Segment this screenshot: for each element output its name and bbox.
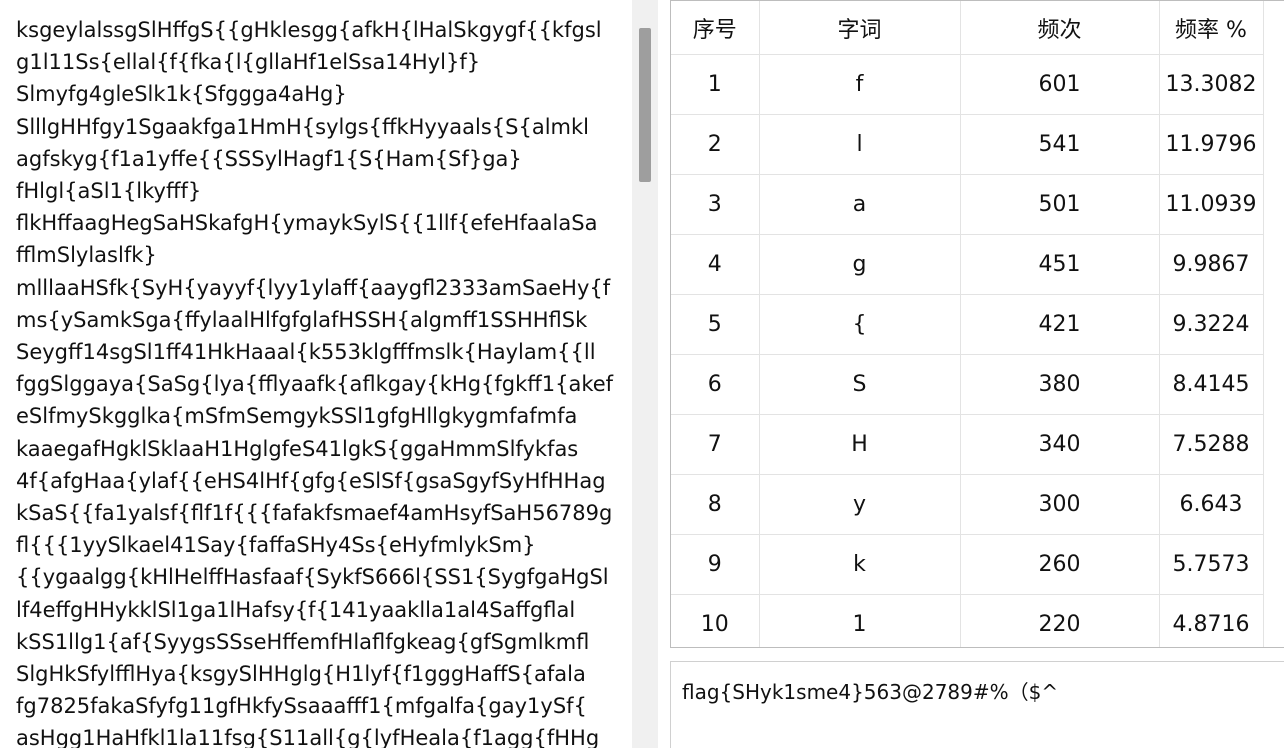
input-text-area[interactable]: ksgeylalssgSlHffgS{{gHklesgg{afkH{lHalSk… [16,14,626,748]
text-line: {{ygaalgg{kHlHelffHasfaaf{SykfS666l{SS1{… [16,565,609,590]
cell-character: a [759,174,961,235]
cell-index: 1 [671,54,760,115]
app-window: ksgeylalssgSlHffgS{{gHklesgg{afkH{lHalSk… [0,0,1284,748]
text-line: mlllaaHSfk{SyH{yayyf{lyy1ylaff{aaygfl233… [16,275,611,300]
text-line: g1l11Ss{ellal{f{fka{l{gllaHf1elSsa14Hyl}… [16,50,481,75]
table-row[interactable]: 7 H 340 7.5288 [671,414,1264,475]
cell-count: 220 [960,594,1160,647]
frequency-table: 序号 字词 频次 频率 % 1 f 601 13.3082 2 l 541 11.9796 3 a… [671,1,1264,647]
cell-character: l [759,114,961,175]
text-line: ksgeylalssgSlHffgS{{gHklesgg{afkH{lHalSk… [16,18,602,42]
cell-character: S [759,354,961,415]
text-line: eSlfmySkgglka{mSfmSemgykSSl1gfgHllgkygmf… [16,404,578,429]
table-row[interactable]: 9 k 260 5.7573 [671,534,1264,595]
table-row[interactable]: 10 1 220 4.8716 [671,594,1264,647]
text-line: asHgg1HaHfkl1la11fsg{S11all{g{lyfHeala{f… [16,726,600,748]
cell-count: 421 [960,294,1160,355]
cell-percent: 5.7573 [1159,534,1264,595]
text-line: fggSlggaya{SaSg{lya{fflyaafk{aflkgay{kHg… [16,372,614,397]
text-line: SlllgHHfgy1Sgaakfga1HmH{sylgs{ffkHyyaals… [16,114,589,139]
cell-count: 340 [960,414,1160,475]
cell-count: 501 [960,174,1160,235]
text-line: SlgHkSfylfflHya{ksgySlHHglg{H1lyf{f1gggH… [16,662,586,687]
cell-percent: 8.4145 [1159,354,1264,415]
cell-index: 2 [671,114,760,175]
cell-character: y [759,474,961,535]
cell-index: 5 [671,294,760,355]
table-row[interactable]: 4 g 451 9.9867 [671,234,1264,295]
result-output-text[interactable]: flag{SHyk1sme4}563@2789#%（$^ [682,676,1058,705]
cell-count: 260 [960,534,1160,595]
table-row[interactable]: 2 l 541 11.9796 [671,114,1264,175]
text-line: 4f{afgHaa{ylaf{{eHS4lHf{gfg{eSlSf{gsaSgy… [16,468,606,493]
cell-percent: 9.3224 [1159,294,1264,355]
result-output-pane[interactable]: flag{SHyk1sme4}563@2789#%（$^ [670,661,1284,748]
cell-count: 380 [960,354,1160,415]
header-index[interactable]: 序号 [671,1,760,55]
text-line: agfskyg{f1a1yffe{{SSSylHagf1{S{Ham{Sf}ga… [16,146,522,171]
cell-character: f [759,54,961,115]
cell-character: k [759,534,961,595]
text-line: Slmyfg4gleSlk1k{Sfggga4aHg} [16,82,347,107]
cell-character: 1 [759,594,961,647]
cell-count: 451 [960,234,1160,295]
text-line: fg7825fakaSfyfg11gfHkfySsaaafff1{mfgalfa… [16,694,587,719]
scrollbar-thumb[interactable] [639,28,651,182]
input-text-pane[interactable]: ksgeylalssgSlHffgS{{gHklesgg{afkH{lHalSk… [0,0,658,748]
text-line: kSaS{{fa1yalsf{flf1f{{{fafakfsmaef4amHsy… [16,501,613,526]
vertical-scrollbar[interactable] [632,0,658,748]
cell-character: g [759,234,961,295]
cell-index: 9 [671,534,760,595]
text-line: Seygff14sgSl1ff41HkHaaal{k553klgfffmslk{… [16,340,596,365]
cell-character: { [759,294,961,355]
header-character[interactable]: 字词 [759,1,961,55]
cell-percent: 13.3082 [1159,54,1264,115]
cell-index: 3 [671,174,760,235]
cell-percent: 4.8716 [1159,594,1264,647]
text-line: ms{ySamkSga{ffylaalHlfgfglafHSSH{algmff1… [16,307,588,332]
table-header-row: 序号 字词 频次 频率 % [671,1,1264,55]
cell-percent: 6.643 [1159,474,1264,535]
cell-percent: 9.9867 [1159,234,1264,295]
cell-index: 7 [671,414,760,475]
text-line: fHlgl{aSl1{lkyfff} [16,179,202,204]
text-line: fl{{{1yySlkael41Say{faffaSHy4Ss{eHyfmlyk… [16,533,536,558]
cell-index: 8 [671,474,760,535]
table-row[interactable]: 1 f 601 13.3082 [671,54,1264,115]
cell-count: 541 [960,114,1160,175]
header-percent[interactable]: 频率 % [1159,1,1264,55]
frequency-table-pane[interactable]: 序号 字词 频次 频率 % 1 f 601 13.3082 2 l 541 11.9796 3 a… [670,0,1284,648]
text-line: lf4effgHHykklSl1ga1lHafsy{f{141yaaklla1a… [16,597,576,622]
cell-index: 4 [671,234,760,295]
cell-percent: 11.9796 [1159,114,1264,175]
cell-index: 6 [671,354,760,415]
cell-index: 10 [671,594,760,647]
text-line: fflmSlylaslfk} [16,243,157,268]
table-row[interactable]: 3 a 501 11.0939 [671,174,1264,235]
table-row[interactable]: 8 y 300 6.643 [671,474,1264,535]
cell-count: 601 [960,54,1160,115]
cell-percent: 7.5288 [1159,414,1264,475]
cell-percent: 11.0939 [1159,174,1264,235]
table-row[interactable]: 5{421 9.3224 [671,294,1264,355]
text-line: kaaegafHgklSklaaH1HglgfeS41lgkS{ggaHmmSl… [16,436,579,461]
header-count[interactable]: 频次 [960,1,1160,55]
text-line: flkHffaagHegSaHSkafgH{ymaykSylS{{1llf{ef… [16,211,598,236]
table-row[interactable]: 6 S 380 8.4145 [671,354,1264,415]
cell-character: H [759,414,961,475]
cell-count: 300 [960,474,1160,535]
text-line: kSS1llg1{af{SyygsSSseHffemfHlaflfgkeag{g… [16,629,590,654]
